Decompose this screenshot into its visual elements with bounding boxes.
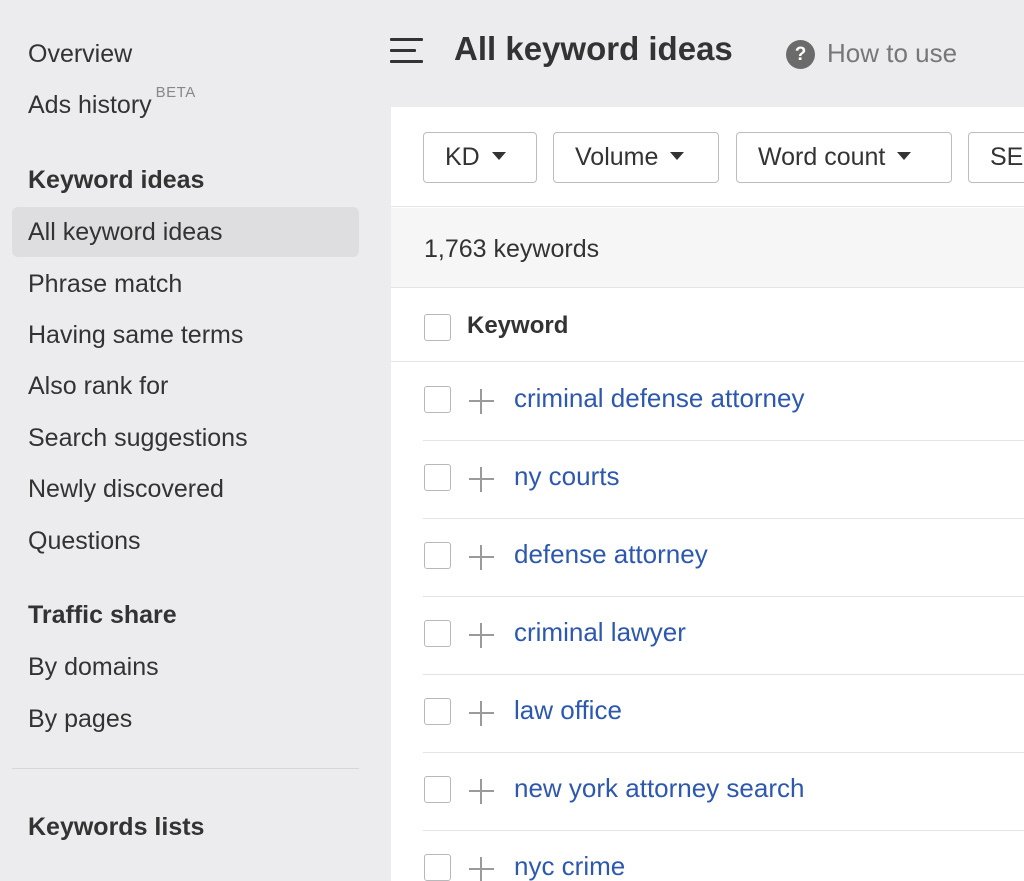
sidebar-item-label: By domains (28, 653, 159, 681)
filter-kd-button[interactable]: KD (423, 132, 537, 183)
plus-icon[interactable] (469, 779, 494, 804)
row-checkbox[interactable] (424, 776, 451, 803)
keyword-link[interactable]: law office (514, 695, 622, 726)
table-row: criminal lawyer (423, 597, 1024, 675)
row-checkbox[interactable] (424, 854, 451, 881)
table-row: nyc crime (423, 831, 1024, 881)
table-row: defense attorney (423, 519, 1024, 597)
plus-icon[interactable] (469, 857, 494, 881)
sidebar-item-questions[interactable]: Questions (12, 516, 359, 566)
filter-label: Volume (575, 143, 659, 171)
section-heading-keywords-lists[interactable]: Keywords lists (28, 813, 204, 842)
beta-badge: BETA (155, 84, 196, 101)
sidebar-item-also-rank-for[interactable]: Also rank for (12, 361, 359, 411)
caret-down-icon (670, 152, 685, 161)
sidebar-item-label: Search suggestions (28, 424, 248, 452)
sidebar: Overview Ads history BETA Keyword ideas A… (0, 0, 375, 881)
sidebar-item-overview[interactable]: Overview (12, 29, 359, 79)
row-checkbox[interactable] (424, 620, 451, 647)
sidebar-item-label: By pages (28, 705, 133, 733)
filter-label: KD (445, 143, 480, 171)
keyword-link[interactable]: defense attorney (514, 539, 708, 570)
page-title: All keyword ideas (454, 30, 733, 67)
plus-icon[interactable] (469, 467, 494, 492)
filter-label: Word count (758, 143, 886, 171)
sidebar-item-ads-history[interactable]: Ads history BETA (12, 80, 359, 130)
plus-icon[interactable] (469, 389, 494, 414)
plus-icon[interactable] (469, 701, 494, 726)
question-circle-icon[interactable]: ? (786, 40, 815, 69)
plus-icon[interactable] (469, 623, 494, 648)
section-heading-keyword-ideas: Keyword ideas (28, 166, 205, 194)
sidebar-item-label: Having same terms (28, 321, 244, 349)
plus-icon[interactable] (469, 545, 494, 570)
sidebar-item-label: Questions (28, 527, 141, 555)
table-row: new york attorney search (423, 753, 1024, 831)
keyword-link[interactable]: nyc crime (514, 851, 625, 881)
sidebar-item-search-suggestions[interactable]: Search suggestions (12, 413, 359, 463)
column-header-keyword[interactable]: Keyword (467, 312, 568, 340)
page-header: All keyword ideas ? How to use (390, 0, 1024, 108)
sidebar-item-label: Ads history (28, 91, 152, 119)
select-all-checkbox[interactable] (424, 314, 451, 341)
caret-down-icon (897, 152, 912, 161)
filter-bar: KD Volume Word count SE (391, 107, 1024, 207)
sidebar-item-label: All keyword ideas (28, 218, 223, 246)
sidebar-item-all-keyword-ideas[interactable]: All keyword ideas (12, 207, 359, 257)
sidebar-item-newly-discovered[interactable]: Newly discovered (12, 464, 359, 514)
row-checkbox[interactable] (424, 464, 451, 491)
main-panel: KD Volume Word count SE 1,763 keywords K… (391, 107, 1024, 881)
sidebar-item-by-domains[interactable]: By domains (12, 642, 359, 692)
sidebar-item-label: Phrase match (28, 270, 183, 298)
filter-serp-button[interactable]: SE (968, 132, 1024, 183)
sidebar-item-by-pages[interactable]: By pages (12, 694, 359, 744)
table-row: law office (423, 675, 1024, 753)
table-header: Keyword (391, 289, 1024, 362)
table-row: criminal defense attorney (423, 363, 1024, 441)
sidebar-divider (12, 768, 359, 769)
row-checkbox[interactable] (424, 698, 451, 725)
sidebar-item-having-same-terms[interactable]: Having same terms (12, 310, 359, 360)
sidebar-item-label: Newly discovered (28, 475, 224, 503)
table-row: ny courts (423, 441, 1024, 519)
sidebar-item-label: Overview (28, 40, 133, 68)
results-count: 1,763 keywords (424, 235, 600, 263)
row-checkbox[interactable] (424, 386, 451, 413)
caret-down-icon (491, 152, 506, 161)
keyword-link[interactable]: criminal defense attorney (514, 383, 804, 414)
filter-word-count-button[interactable]: Word count (736, 132, 952, 183)
sidebar-item-label: Also rank for (28, 372, 169, 400)
filter-volume-button[interactable]: Volume (553, 132, 719, 183)
row-checkbox[interactable] (424, 542, 451, 569)
keyword-link[interactable]: ny courts (514, 461, 620, 492)
sidebar-item-phrase-match[interactable]: Phrase match (12, 259, 359, 309)
keyword-link[interactable]: new york attorney search (514, 773, 804, 804)
hamburger-menu-icon[interactable] (390, 38, 423, 64)
filter-label: SE (990, 143, 1024, 171)
how-to-use-link[interactable]: How to use (827, 38, 957, 69)
keyword-link[interactable]: criminal lawyer (514, 617, 686, 648)
section-heading-traffic-share: Traffic share (28, 601, 177, 629)
results-count-bar: 1,763 keywords (391, 208, 1024, 288)
